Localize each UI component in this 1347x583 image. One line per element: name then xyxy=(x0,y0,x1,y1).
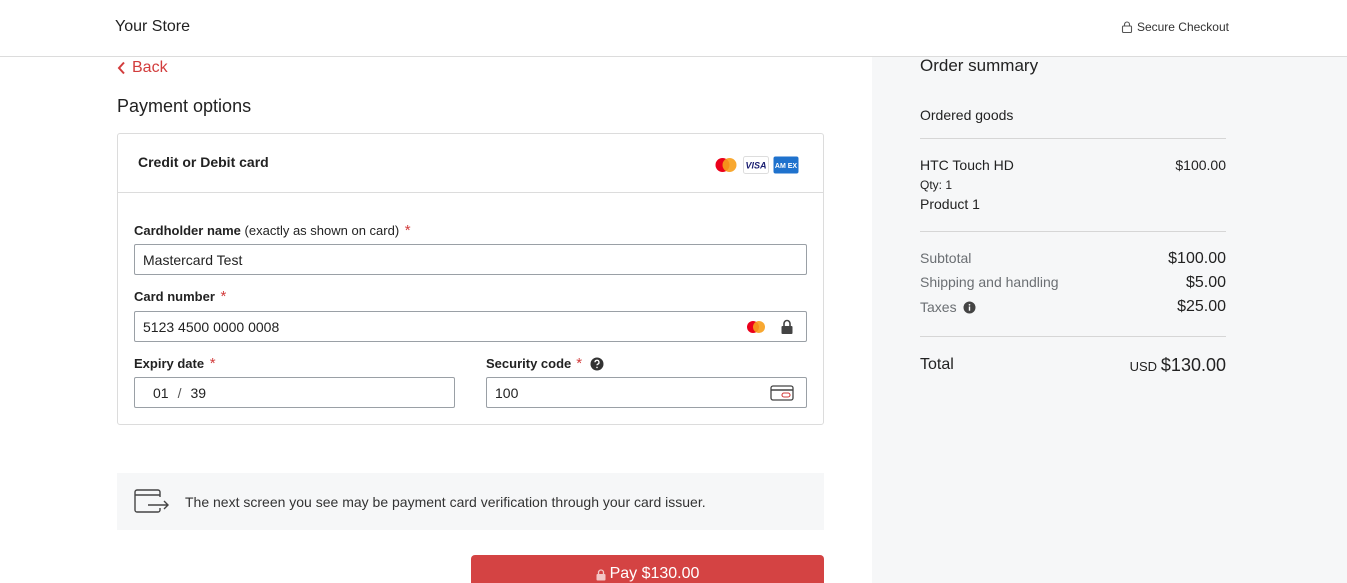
taxes-value: $25.00 xyxy=(1177,298,1226,315)
cardholder-label-text: Cardholder name xyxy=(134,223,241,238)
page-title: Payment options xyxy=(117,96,252,116)
top-bar: Your Store Secure Checkout xyxy=(0,0,1347,57)
item-price: $100.00 xyxy=(1175,157,1226,173)
visa-icon: VISA xyxy=(743,156,769,174)
expiry-year[interactable]: 39 xyxy=(190,385,206,401)
total-label: Total xyxy=(920,356,954,373)
store-name[interactable]: Your Store xyxy=(115,18,190,36)
cardholder-name-field[interactable]: Mastercard Test xyxy=(134,244,807,275)
subtotal-value: $100.00 xyxy=(1168,250,1226,267)
lock-icon xyxy=(781,319,793,334)
subtotal-label: Subtotal xyxy=(920,250,972,266)
required-marker: * xyxy=(576,355,583,372)
item-name: HTC Touch HD xyxy=(920,157,1014,173)
item-qty: Qty: 1 xyxy=(920,178,953,192)
card-number-value: 5123 4500 0000 0008 xyxy=(143,318,280,335)
total-currency: USD xyxy=(1129,359,1158,374)
secure-checkout-label: Secure Checkout xyxy=(1136,20,1229,34)
taxes-label-row: Taxes xyxy=(920,299,976,315)
security-label-text: Security code xyxy=(486,356,572,371)
shipping-label: Shipping and handling xyxy=(920,274,1059,290)
card-form-header: Credit or Debit card VISA AM EX xyxy=(118,134,823,193)
cardholder-hint: (exactly as shown on card) xyxy=(244,223,400,238)
order-summary-title: Order summary xyxy=(920,56,1039,75)
expiry-label-text: Expiry date xyxy=(134,356,205,371)
amex-text: AM EX xyxy=(775,163,798,170)
lock-icon xyxy=(1121,21,1132,33)
total-amount: USD $130.00 xyxy=(1060,355,1226,376)
visa-text: VISA xyxy=(745,161,766,171)
required-marker: * xyxy=(404,222,411,239)
card-redirect-icon xyxy=(134,489,169,513)
card-number-label-text: Card number xyxy=(134,289,215,304)
cardholder-name-label: Cardholder name (exactly as shown on car… xyxy=(134,222,411,239)
amex-icon: AM EX xyxy=(773,156,799,174)
required-marker: * xyxy=(220,288,227,305)
lock-icon xyxy=(596,569,606,581)
pay-button[interactable]: Pay $130.00 xyxy=(471,555,824,583)
card-form-heading: Credit or Debit card xyxy=(138,154,269,170)
expiry-date-field[interactable]: 01 / 39 xyxy=(134,377,455,408)
chevron-left-icon xyxy=(117,61,125,75)
shipping-value: $5.00 xyxy=(1185,274,1226,291)
total-value: $130.00 xyxy=(1160,355,1226,375)
expiry-date-label: Expiry date * xyxy=(134,355,216,372)
taxes-label: Taxes xyxy=(920,299,957,315)
card-number-label: Card number * xyxy=(134,288,226,305)
security-code-value: 100 xyxy=(495,384,519,401)
card-cvv-icon xyxy=(770,385,794,401)
required-marker: * xyxy=(209,355,216,372)
pay-button-label: Pay $130.00 xyxy=(609,565,700,582)
order-summary-panel xyxy=(872,57,1347,583)
mastercard-icon xyxy=(715,158,737,172)
ordered-goods-heading: Ordered goods xyxy=(920,107,1014,123)
security-code-field[interactable]: 100 xyxy=(486,377,807,408)
card-brands: VISA AM EX xyxy=(713,156,799,174)
back-link[interactable]: Back xyxy=(117,59,168,77)
divider xyxy=(920,336,1226,337)
security-code-label: Security code * xyxy=(486,355,604,372)
cardholder-name-value: Mastercard Test xyxy=(143,251,243,268)
info-icon[interactable] xyxy=(963,301,976,314)
verification-notice-text: The next screen you see may be payment c… xyxy=(185,494,706,510)
expiry-separator: / xyxy=(177,384,182,401)
back-label: Back xyxy=(132,59,168,76)
verification-notice: The next screen you see may be payment c… xyxy=(117,473,824,530)
divider xyxy=(920,231,1226,232)
expiry-month[interactable]: 01 xyxy=(153,385,169,401)
secure-checkout: Secure Checkout xyxy=(1121,20,1229,34)
card-number-field[interactable]: 5123 4500 0000 0008 xyxy=(134,311,807,342)
divider xyxy=(920,138,1226,139)
mastercard-icon xyxy=(747,321,765,333)
item-variant: Product 1 xyxy=(920,196,980,212)
help-icon[interactable] xyxy=(590,357,604,371)
